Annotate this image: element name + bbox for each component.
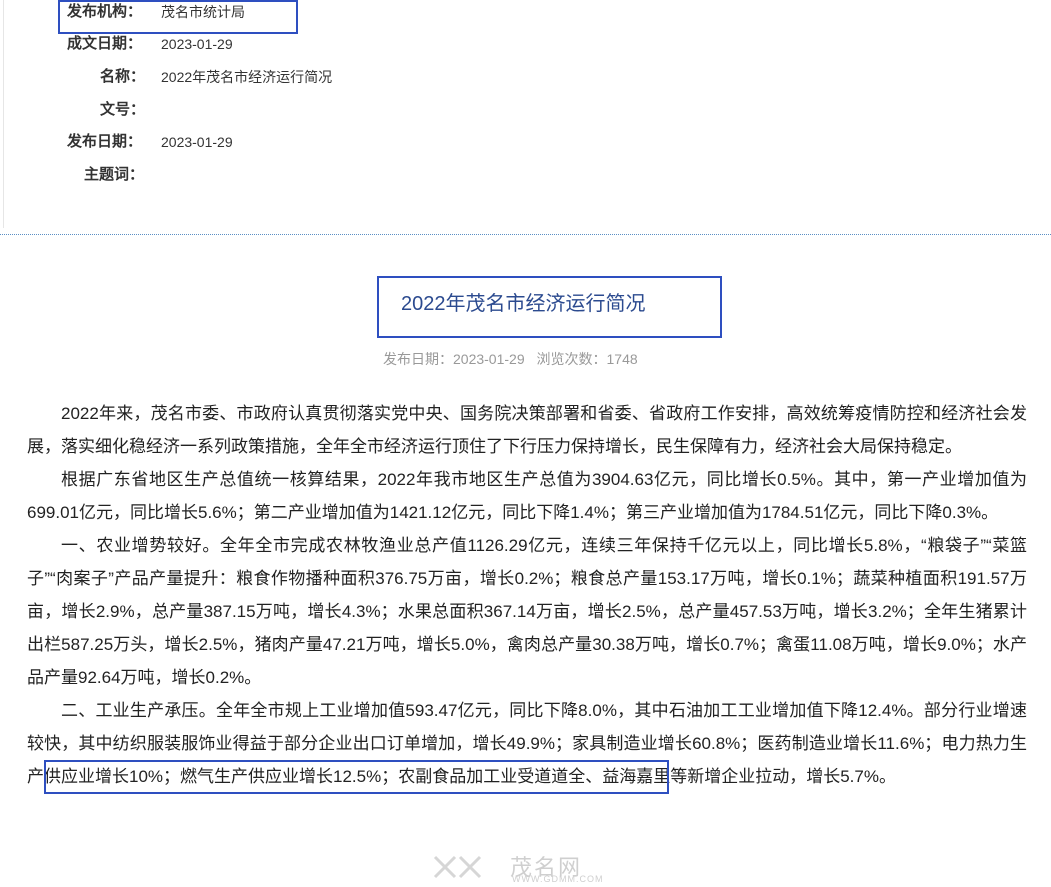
meta-row-publish-date: 发布日期： 2023-01-29 [0,130,600,154]
publish-date-value: 2023-01-29 [161,134,233,150]
section-divider [0,234,1051,235]
watermark-logo-icon [433,855,482,879]
publish-info: 发布日期：2023-01-29 浏览次数：1748 [383,348,638,370]
paragraph-gdp: 根据广东省地区生产总值统一核算结果，2022年我市地区生产总值为3904.63亿… [27,470,1027,522]
highlight-box-industry [44,760,669,794]
article-body: 2022年来，茂名市委、市政府认真贯彻落实党中央、国务院决策部署和省委、省政府工… [27,397,1027,793]
meta-row-date-written: 成文日期： 2023-01-29 [0,32,600,56]
date-written-label: 成文日期： [67,35,143,52]
subject-label: 主题词： [84,166,145,183]
meta-row-subject: 主题词： [0,163,600,187]
paragraph-agriculture: 一、农业增势较好。全年全市完成农林牧渔业总产值1126.29亿元，连续三年保持千… [27,536,1027,687]
paragraph-intro: 2022年来，茂名市委、市政府认真贯彻落实党中央、国务院决策部署和省委、省政府工… [27,404,1027,456]
publish-date-label: 发布日期： [67,133,143,150]
view-count: 浏览次数：1748 [536,351,638,367]
date-written-value: 2023-01-29 [161,36,233,52]
name-label: 名称： [100,68,146,85]
highlight-box-publisher [58,0,298,34]
name-value: 2022年茂名市经济运行简况 [161,69,333,85]
watermark-url: WWW.GDMM.COM [512,874,604,884]
doc-no-label: 文号： [100,101,146,118]
publish-date-info: 发布日期：2023-01-29 [383,351,525,367]
meta-row-doc-no: 文号： [0,98,600,122]
meta-row-name: 名称： 2022年茂名市经济运行简况 [0,65,600,89]
highlight-box-title [377,276,722,338]
site-watermark: 茂名网 WWW.GDMM.COM [430,850,630,887]
